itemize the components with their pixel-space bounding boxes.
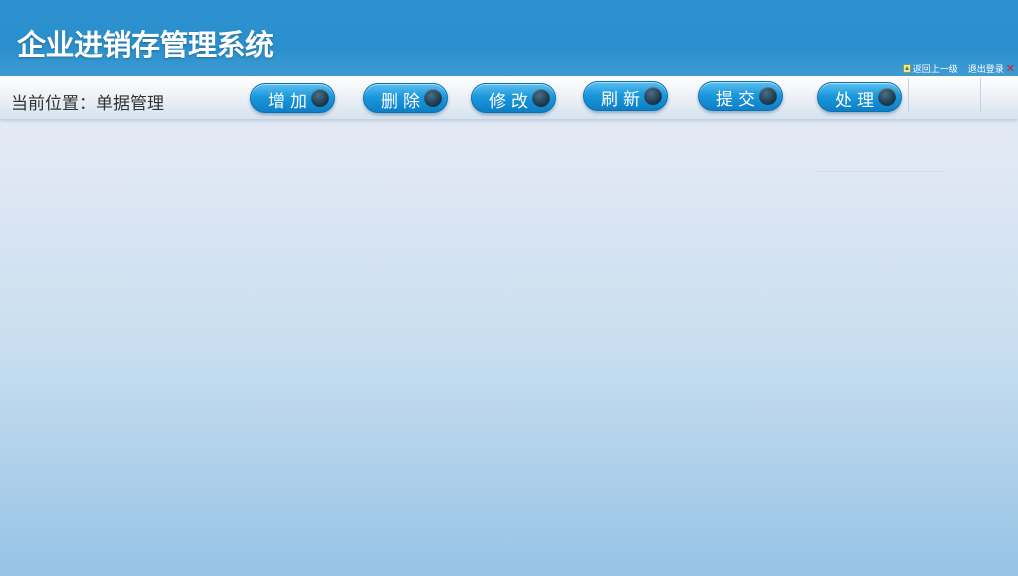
top-links: 返回上一级 退出登录 ✕: [902, 62, 1015, 75]
add-button-label: 增加: [268, 92, 312, 112]
circle-knob-icon: [424, 89, 442, 107]
submit-button-label: 提交: [716, 90, 760, 110]
circle-knob-icon: [311, 89, 329, 107]
circle-knob-icon: [644, 87, 662, 105]
logout-link-label: 退出登录: [967, 65, 1004, 75]
back-link-label: 返回上一级: [912, 65, 958, 75]
circle-knob-icon: [532, 89, 550, 107]
header-bar: 企业进销存管理系统 返回上一级 退出登录 ✕: [0, 0, 1018, 76]
delete-button[interactable]: 删除: [363, 83, 448, 113]
submit-button[interactable]: 提交: [698, 81, 783, 111]
process-button-label: 处理: [835, 91, 879, 111]
up-arrow-icon: [902, 64, 911, 73]
circle-knob-icon: [759, 87, 777, 105]
refresh-button-label: 刷新: [601, 90, 645, 110]
divider-line: [815, 171, 943, 172]
delete-button-label: 删除: [381, 92, 425, 112]
toolbar-divider: [908, 78, 909, 112]
logout-link[interactable]: 退出登录 ✕: [968, 62, 1015, 75]
edit-button-label: 修改: [489, 92, 533, 112]
toolbar-divider: [980, 78, 981, 112]
process-button[interactable]: 处理: [817, 82, 902, 112]
app-title: 企业进销存管理系统: [17, 28, 274, 62]
refresh-button[interactable]: 刷新: [583, 81, 668, 111]
breadcrumb: 当前位置：单据管理: [11, 94, 164, 114]
close-icon: ✕: [1005, 62, 1015, 75]
add-button[interactable]: 增加: [250, 83, 335, 113]
circle-knob-icon: [878, 88, 896, 106]
back-link[interactable]: 返回上一级: [902, 62, 958, 75]
edit-button[interactable]: 修改: [471, 83, 556, 113]
